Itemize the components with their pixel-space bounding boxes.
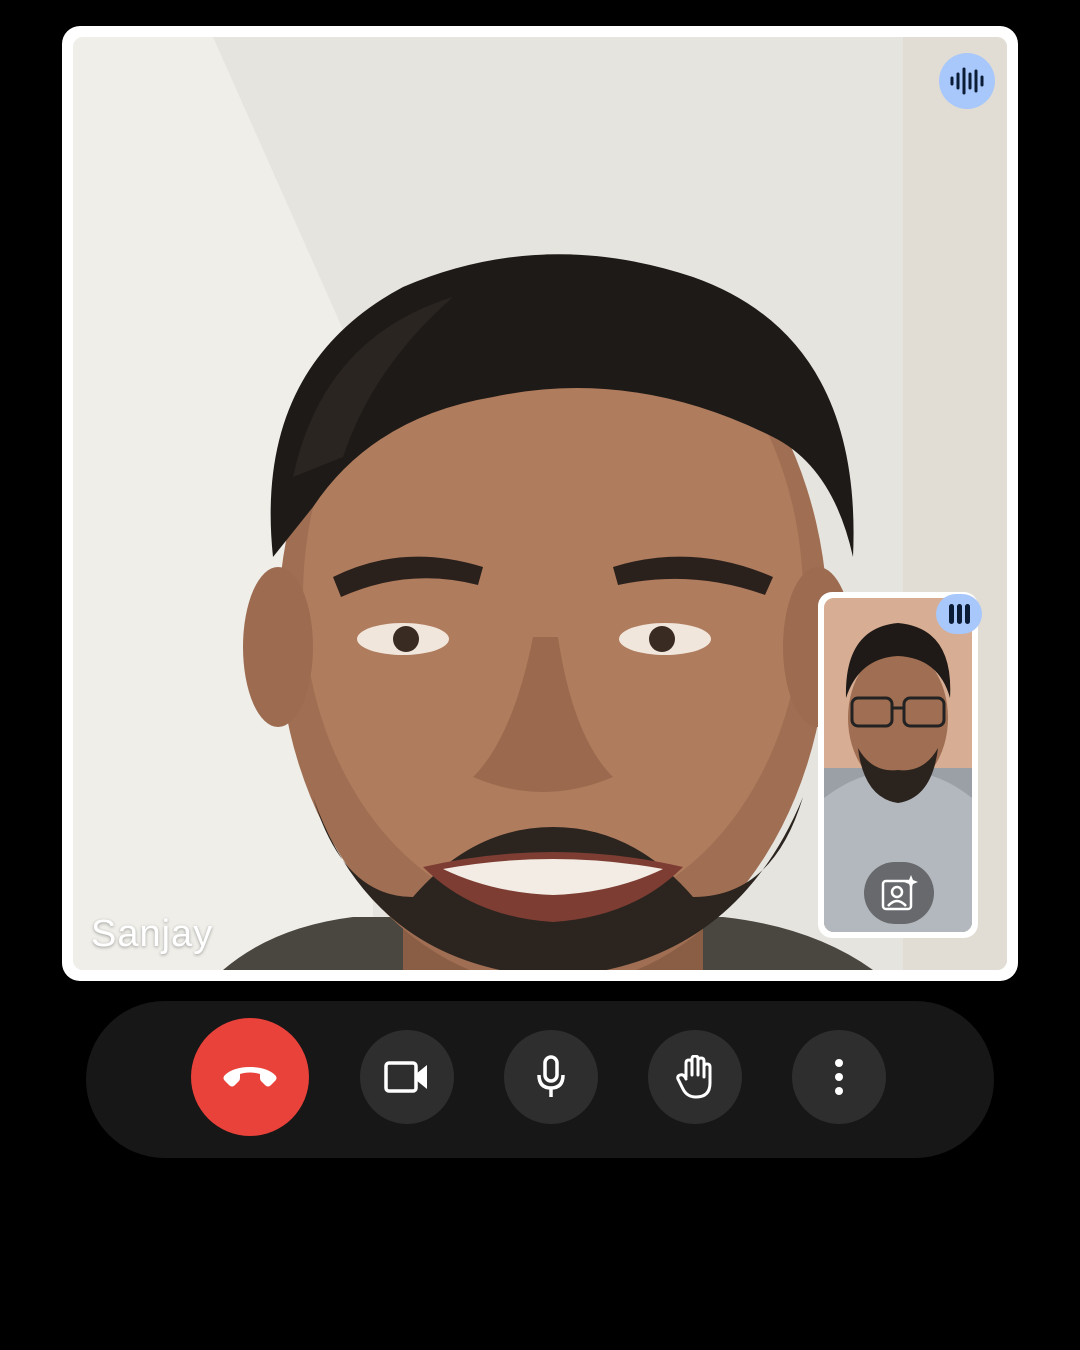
camera-toggle-button[interactable]	[360, 1030, 454, 1124]
end-call-button[interactable]	[191, 1018, 309, 1136]
call-controls-bar	[86, 1001, 994, 1158]
phone-hangup-icon	[223, 1067, 277, 1087]
more-vert-icon	[835, 1059, 843, 1095]
raise-hand-button[interactable]	[648, 1030, 742, 1124]
videocam-icon	[384, 1061, 427, 1093]
participant-name: Sanjay	[91, 913, 214, 955]
self-video-feed	[824, 598, 972, 932]
self-view-tile[interactable]	[818, 592, 982, 938]
effects-button[interactable]	[864, 862, 934, 924]
audio-bars-icon	[949, 604, 970, 624]
self-audio-indicator	[936, 594, 982, 634]
mic-toggle-button[interactable]	[504, 1030, 598, 1124]
audio-wave-icon	[950, 67, 984, 95]
more-options-button[interactable]	[792, 1030, 886, 1124]
portrait-sparkle-icon	[881, 875, 918, 911]
speaking-indicator	[939, 53, 995, 109]
hand-icon	[676, 1055, 712, 1099]
mic-icon	[537, 1055, 565, 1097]
